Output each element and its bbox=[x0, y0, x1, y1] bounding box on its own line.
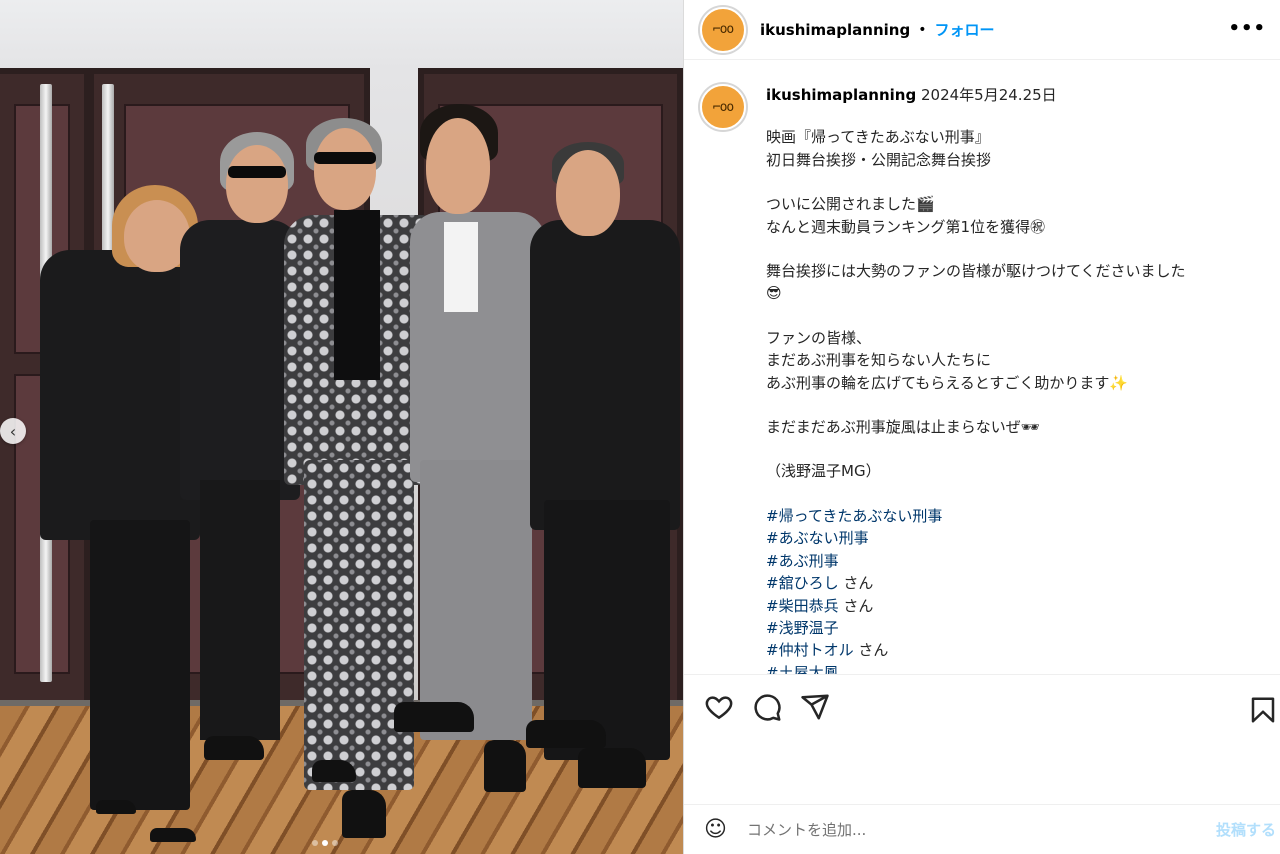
caption-paragraph: まだまだあぶ刑事旋風は止まらないぜ🕶 bbox=[766, 418, 1040, 437]
hashtag-link[interactable]: #舘ひろし さん bbox=[766, 572, 1186, 594]
avatar-glasses-icon: ⌐oo bbox=[712, 22, 735, 37]
bookmark-icon bbox=[1251, 697, 1275, 723]
hashtag-link[interactable]: #あぶない刑事 bbox=[766, 527, 1186, 549]
caption-paragraph: ついに公開されました🎬 なんと週末動員ランキング第1位を獲得㊗ bbox=[766, 195, 1046, 236]
emoji-icon[interactable]: ☺ bbox=[704, 817, 727, 842]
avatar[interactable]: ⌐oo bbox=[700, 6, 746, 53]
caption-paragraph: （浅野温子MG） bbox=[766, 462, 881, 481]
caption-paragraph: 映画『帰ってきたあぶない刑事』 初日舞台挨拶・公開記念舞台挨拶 bbox=[766, 128, 992, 169]
post-photo[interactable]: ‹ bbox=[0, 0, 683, 854]
post-side-panel: ⌐oo ikushimaplanning • フォロー ••• ⌐oo ikus… bbox=[683, 0, 1280, 854]
heart-icon bbox=[705, 695, 733, 719]
caption-date: 2024年5月24.25日 bbox=[921, 86, 1057, 104]
carousel-prev-button[interactable]: ‹ bbox=[0, 418, 26, 444]
hashtag-list: #帰ってきたあぶない刑事 #あぶない刑事 #あぶ刑事 #舘ひろし さん #柴田恭… bbox=[766, 505, 1186, 674]
hashtag-link[interactable]: #あぶ刑事 bbox=[766, 550, 1186, 572]
comment-bar: ☺ 投稿する bbox=[684, 804, 1280, 854]
share-button[interactable] bbox=[798, 690, 832, 724]
comment-icon bbox=[754, 693, 781, 721]
comment-button[interactable] bbox=[750, 690, 784, 724]
header-username[interactable]: ikushimaplanning bbox=[760, 21, 910, 39]
caption-paragraph: ファンの皆様、 まだあぶ刑事を知らない人たちに あぶ刑事の輪を広げてもらえるとす… bbox=[766, 328, 1129, 392]
post-header: ⌐oo ikushimaplanning • フォロー ••• bbox=[684, 0, 1280, 60]
comment-input[interactable] bbox=[746, 820, 1187, 839]
hashtag-link[interactable]: #柴田恭兵 さん bbox=[766, 595, 1186, 617]
more-options-icon[interactable]: ••• bbox=[1228, 18, 1266, 39]
hashtag-link[interactable]: #土屋太鳳 bbox=[766, 662, 1186, 674]
caption-username[interactable]: ikushimaplanning bbox=[766, 86, 916, 104]
hashtag-link[interactable]: #仲村トオル さん bbox=[766, 639, 1186, 661]
hashtag-link[interactable]: #帰ってきたあぶない刑事 bbox=[766, 505, 1186, 527]
caption-scroll-area[interactable]: ⌐oo ikushimaplanning 2024年5月24.25日 映画『帰っ… bbox=[684, 68, 1280, 674]
caption-avatar[interactable]: ⌐oo bbox=[700, 84, 746, 130]
post-actions bbox=[684, 674, 1280, 738]
share-icon bbox=[801, 694, 829, 719]
post-comment-button[interactable]: 投稿する bbox=[1216, 819, 1276, 840]
separator-dot: • bbox=[918, 21, 927, 38]
caption-text: ikushimaplanning 2024年5月24.25日 映画『帰ってきたあ… bbox=[766, 84, 1186, 674]
avatar-glasses-icon: ⌐oo bbox=[712, 99, 735, 115]
caption-paragraph: 舞台挨拶には大勢のファンの皆様が駆けつけてくださいました 😎 bbox=[766, 262, 1186, 303]
like-button[interactable] bbox=[702, 690, 736, 724]
chevron-left-icon: ‹ bbox=[9, 421, 17, 441]
carousel-dots bbox=[312, 840, 338, 846]
save-button[interactable] bbox=[1246, 693, 1280, 727]
follow-button[interactable]: フォロー bbox=[934, 19, 994, 40]
hashtag-link[interactable]: #浅野温子 bbox=[766, 617, 1186, 639]
